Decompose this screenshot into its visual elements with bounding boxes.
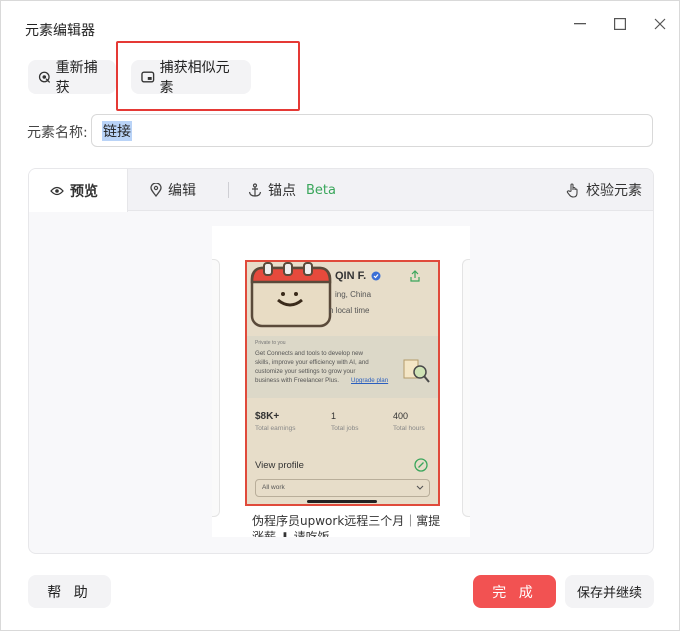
edit-pencil-icon [414, 458, 428, 472]
promo-private-label: Private to you [255, 340, 286, 346]
hand-pointer-icon [566, 182, 578, 198]
map-pin-icon [150, 183, 162, 197]
promo-line-2: skills, improve your efficiency with AI,… [255, 359, 369, 366]
beta-badge: Beta [306, 182, 336, 198]
stat-earnings-value: $8K+ [255, 411, 280, 422]
work-filter-value: All work [262, 484, 285, 491]
stat-hours-value: 400 [393, 411, 409, 421]
element-editor-window: 元素编辑器 重新捕获 捕获相似元素 元素名称: 链接 预览 编辑 锚点 Beta… [0, 0, 680, 631]
minimize-button[interactable] [569, 13, 591, 35]
profile-local-time: n local time [329, 306, 370, 315]
post-caption: 伪程序员upwork远程三个月｜寓提 涨薪 ⬇ 请吃饭 [252, 513, 467, 537]
magnifier-illustration-icon [403, 359, 430, 383]
save-and-continue-button[interactable]: 保存并继续 [565, 575, 654, 608]
done-button[interactable]: 完 成 [473, 575, 556, 608]
stat-earnings-label: Total earnings [255, 425, 296, 432]
verified-badge-icon [371, 271, 381, 281]
minimize-icon [574, 23, 586, 25]
maximize-button[interactable] [609, 13, 631, 35]
promo-section: Private to you Get Connects and tools to… [247, 336, 438, 398]
tab-anchor[interactable]: 锚点 Beta [248, 169, 336, 211]
stat-jobs-value: 1 [331, 411, 337, 421]
tab-edit-label: 编辑 [168, 183, 196, 199]
element-name-input[interactable]: 链接 [91, 114, 653, 147]
title-bar: 元素编辑器 [1, 1, 680, 49]
maximize-icon [614, 18, 626, 30]
validate-element-label: 校验元素 [586, 183, 642, 199]
view-profile-link[interactable]: View profile [255, 460, 304, 471]
close-icon [654, 18, 666, 30]
tab-preview-label: 预览 [70, 183, 98, 200]
capture-similar-button[interactable]: 捕获相似元素 [131, 60, 251, 96]
recapture-icon [38, 71, 51, 83]
work-filter-dropdown[interactable]: All work [255, 479, 430, 497]
stat-hours-label: Total hours [393, 425, 425, 432]
recapture-button[interactable]: 重新捕获 [28, 60, 116, 96]
capture-similar-icon [141, 71, 155, 83]
calendar-icon [250, 262, 332, 328]
profile-name: QIN F. [335, 270, 367, 282]
capture-similar-label: 捕获相似元素 [159, 60, 230, 96]
tab-anchor-label: 锚点 [268, 183, 296, 199]
window-title: 元素编辑器 [25, 23, 95, 39]
element-name-value: 链接 [102, 120, 132, 141]
share-icon [410, 270, 420, 282]
promo-line-3: customize your settings to grow your [255, 368, 356, 375]
stat-jobs-label: Total jobs [331, 425, 359, 432]
help-button[interactable]: 帮 助 [28, 575, 111, 608]
promo-line-4: business with Freelancer Plus. [255, 377, 339, 384]
selected-element-overlay: QIN F. ing, China n local time Private t… [245, 260, 440, 506]
recapture-label: 重新捕获 [55, 60, 98, 96]
panel-tabs: 预览 编辑 锚点 Beta 校验元素 [29, 169, 653, 212]
tab-divider [228, 182, 229, 198]
tab-preview[interactable]: 预览 [29, 169, 128, 212]
home-indicator [307, 500, 377, 503]
adjacent-card-right [462, 259, 470, 517]
eye-icon [50, 186, 64, 195]
profile-location: ing, China [335, 290, 372, 299]
tab-edit[interactable]: 编辑 [150, 169, 196, 211]
post-caption-line-2: 涨薪 ⬇ 请吃饭 [252, 530, 330, 537]
close-button[interactable] [649, 13, 671, 35]
chevron-down-icon [416, 485, 424, 490]
adjacent-card-left [212, 259, 220, 517]
promo-upgrade-link[interactable]: Upgrade plan [351, 377, 388, 384]
preview-panel: 预览 编辑 锚点 Beta 校验元素 QIN F. ing, China n l… [28, 168, 654, 554]
anchor-icon [248, 183, 262, 197]
promo-line-1: Get Connects and tools to develop new [255, 350, 364, 357]
element-preview-image: QIN F. ing, China n local time Private t… [212, 226, 470, 537]
post-caption-line-1: 伪程序员upwork远程三个月｜寓提 [252, 514, 441, 528]
validate-element-button[interactable]: 校验元素 [566, 169, 642, 211]
element-name-label: 元素名称: [27, 125, 88, 141]
